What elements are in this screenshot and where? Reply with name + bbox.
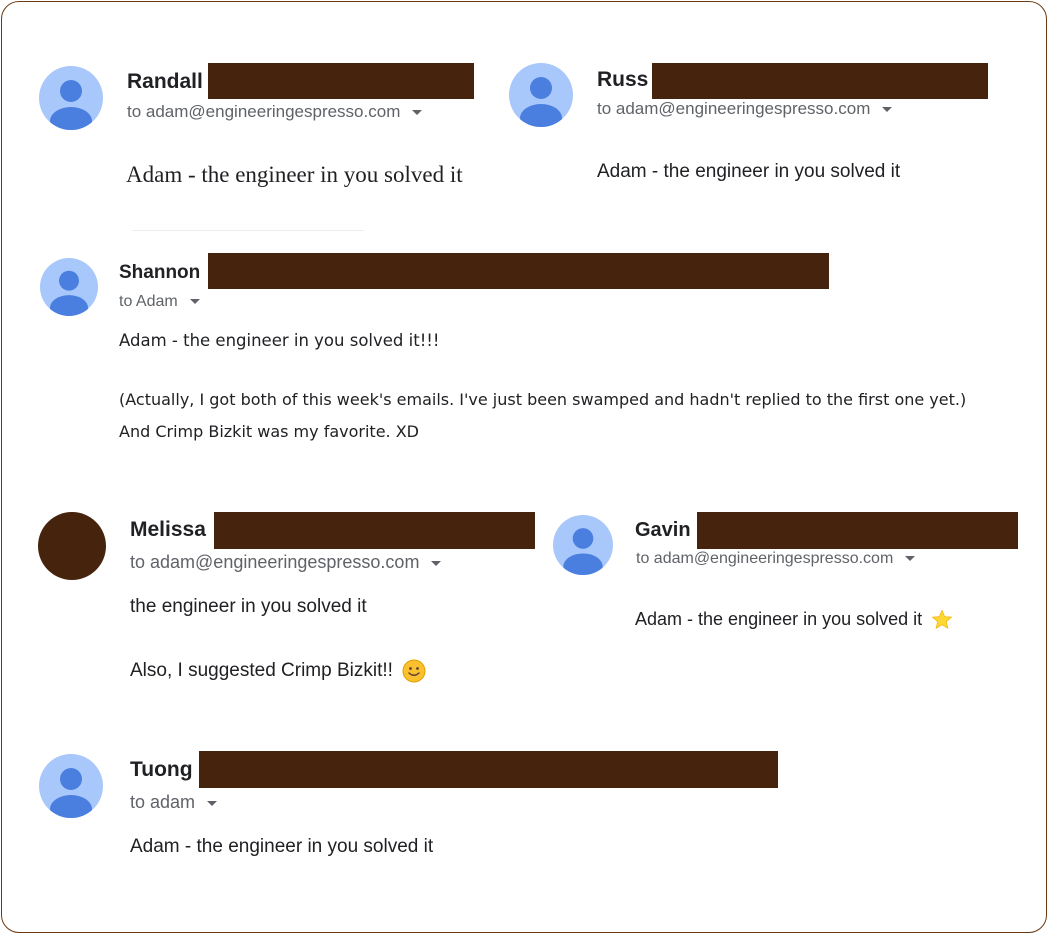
person-icon — [49, 270, 89, 316]
person-icon — [520, 77, 562, 127]
person-icon — [50, 768, 92, 818]
sender-name-tuong: Tuong — [130, 758, 193, 781]
sender-name-randall: Randall — [127, 70, 203, 93]
caret-down-icon[interactable] — [207, 800, 218, 806]
recipient-line-randall[interactable]: to adam@engineeringespresso.com — [127, 102, 423, 122]
smile-emoji-icon — [402, 659, 426, 683]
caret-down-icon[interactable] — [189, 299, 200, 305]
redaction-bar — [652, 63, 988, 99]
recipient-line-shannon[interactable]: to Adam — [119, 293, 200, 311]
message-body-shannon-line1: Adam - the engineer in you solved it!!! — [119, 331, 440, 350]
person-icon — [563, 528, 603, 575]
sender-name-melissa: Melissa — [130, 518, 206, 541]
caret-down-icon[interactable] — [905, 556, 916, 562]
sender-name-shannon: Shannon — [119, 262, 201, 283]
recipient-line-russ[interactable]: to adam@engineeringespresso.com — [597, 99, 893, 119]
avatar-randall[interactable] — [39, 66, 103, 130]
message-body-melissa-line2: Also, I suggested Crimp Bizkit!! — [130, 659, 426, 683]
divider — [132, 230, 364, 231]
message-body-melissa-line1: the engineer in you solved it — [130, 596, 367, 617]
message-body-russ: Adam - the engineer in you solved it — [597, 161, 901, 182]
recipient-line-gavin[interactable]: to adam@engineeringespresso.com — [636, 550, 916, 568]
redaction-bar — [697, 512, 1018, 549]
message-body-gavin: Adam - the engineer in you solved it — [635, 609, 953, 631]
avatar-melissa[interactable] — [38, 512, 106, 580]
message-body-randall: Adam - the engineer in you solved it — [126, 162, 463, 187]
recipient-line-tuong[interactable]: to adam — [130, 792, 218, 813]
caret-down-icon[interactable] — [431, 560, 442, 566]
sender-name-russ: Russ — [597, 68, 649, 91]
message-body-shannon-line2: (Actually, I got both of this week's ema… — [119, 390, 967, 409]
message-body-shannon-line3: And Crimp Bizkit was my favorite. XD — [119, 422, 419, 441]
caret-down-icon[interactable] — [882, 107, 893, 113]
redaction-bar — [208, 63, 474, 99]
avatar-tuong[interactable] — [39, 754, 103, 818]
redaction-bar — [208, 253, 829, 289]
redaction-bar — [199, 751, 778, 788]
caret-down-icon[interactable] — [412, 110, 423, 116]
star-emoji-icon — [931, 609, 953, 630]
recipient-line-melissa[interactable]: to adam@engineeringespresso.com — [130, 552, 442, 573]
person-icon — [50, 80, 92, 130]
message-body-tuong: Adam - the engineer in you solved it — [130, 836, 434, 857]
avatar-russ[interactable] — [509, 63, 573, 127]
sender-name-gavin: Gavin — [635, 519, 691, 541]
avatar-gavin[interactable] — [553, 515, 613, 575]
redaction-bar — [214, 512, 535, 549]
avatar-shannon[interactable] — [40, 258, 98, 316]
